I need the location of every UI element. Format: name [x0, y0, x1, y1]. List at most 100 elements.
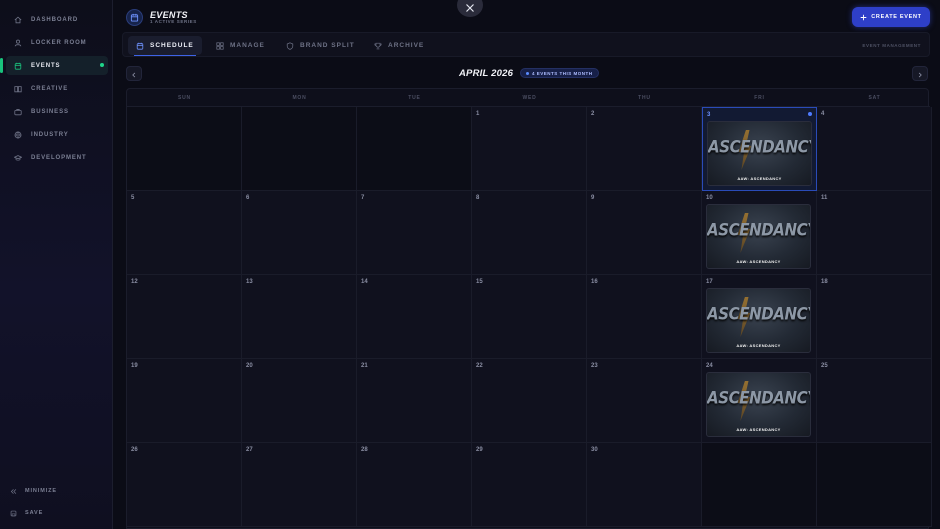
calendar-day-cell[interactable]: 17 ASCENDANCY AAW: ASCENDANCY [702, 275, 817, 359]
next-month-button[interactable] [912, 66, 928, 81]
day-number: 4 [821, 111, 825, 117]
calendar-icon [126, 9, 143, 26]
day-number: 15 [476, 279, 483, 285]
tab-manage[interactable]: MANAGE [208, 36, 273, 55]
home-icon [13, 15, 23, 25]
day-number: 24 [706, 363, 713, 369]
tab-label: MANAGE [230, 42, 265, 49]
previous-month-button[interactable] [126, 66, 142, 81]
close-icon [465, 0, 475, 18]
day-number: 13 [246, 279, 253, 285]
calendar-icon [136, 37, 144, 55]
calendar-day-cell[interactable]: 23 [587, 359, 702, 443]
calendar-day-cell[interactable]: 11 [817, 191, 932, 275]
sidebar-item-business[interactable]: BUSINESS [6, 102, 108, 121]
event-card[interactable]: ASCENDANCY AAW: ASCENDANCY [707, 121, 812, 186]
event-brand-logo: ASCENDANCY [707, 219, 811, 241]
close-button[interactable] [457, 0, 483, 17]
sidebar: DASHBOARD LOCKER ROOM EVENTS CREATIVE BU… [0, 0, 113, 529]
calendar-day-cell[interactable]: 4 [817, 107, 932, 191]
day-number: 16 [591, 279, 598, 285]
calendar-day-cell[interactable]: 5 [127, 191, 242, 275]
event-title: AAW: ASCENDANCY [736, 259, 781, 264]
event-brand-logo: ASCENDANCY [707, 387, 811, 409]
calendar-day-cell[interactable]: 6 [242, 191, 357, 275]
tab-archive[interactable]: ARCHIVE [366, 36, 432, 55]
day-number: 28 [361, 447, 368, 453]
event-brand-logo: ASCENDANCY [708, 136, 812, 158]
sidebar-item-label: LOCKER ROOM [31, 39, 87, 46]
calendar-day-cell[interactable]: 15 [472, 275, 587, 359]
save-icon [10, 504, 17, 522]
event-count-label: 4 EVENTS THIS MONTH [532, 70, 593, 76]
calendar-day-cell[interactable]: 22 [472, 359, 587, 443]
calendar-day-cell[interactable]: 28 [357, 443, 472, 527]
calendar-day-cell[interactable]: 2 [587, 107, 702, 191]
trophy-icon [374, 37, 382, 55]
active-indicator-dot [100, 63, 104, 67]
calendar-day-cell[interactable]: 12 [127, 275, 242, 359]
chevron-right-icon [917, 65, 923, 83]
calendar-day-cell[interactable]: 20 [242, 359, 357, 443]
calendar-day-cell[interactable]: 3 ASCENDANCY AAW: ASCENDANCY [702, 107, 817, 191]
sidebar-item-development[interactable]: DEVELOPMENT [6, 148, 108, 167]
calendar-day-cell[interactable]: 18 [817, 275, 932, 359]
day-number: 18 [821, 279, 828, 285]
sidebar-item-industry[interactable]: INDUSTRY [6, 125, 108, 144]
tab-label: SCHEDULE [150, 42, 194, 49]
sidebar-item-dashboard[interactable]: DASHBOARD [6, 10, 108, 29]
tab-brand-split[interactable]: BRAND SPLIT [278, 36, 363, 55]
calendar-day-cell[interactable]: 8 [472, 191, 587, 275]
user-icon [13, 38, 23, 48]
minimize-label: MINIMIZE [25, 488, 57, 494]
calendar-day-cell[interactable]: 25 [817, 359, 932, 443]
event-card[interactable]: ASCENDANCY AAW: ASCENDANCY [706, 204, 811, 269]
calendar-day-cell[interactable]: 26 [127, 443, 242, 527]
calendar-empty-cell [242, 107, 357, 191]
day-number: 25 [821, 363, 828, 369]
tab-schedule[interactable]: SCHEDULE [128, 36, 202, 56]
minimize-button[interactable]: MINIMIZE [10, 482, 57, 500]
event-card[interactable]: ASCENDANCY AAW: ASCENDANCY [706, 372, 811, 437]
sidebar-item-creative[interactable]: CREATIVE [6, 79, 108, 98]
calendar-day-cell[interactable]: 16 [587, 275, 702, 359]
graduation-icon [13, 153, 23, 163]
weekday-label: THU [638, 95, 651, 101]
day-number: 11 [821, 195, 828, 201]
sidebar-item-events[interactable]: EVENTS [0, 56, 108, 75]
tab-label: BRAND SPLIT [300, 42, 355, 49]
event-title: AAW: ASCENDANCY [737, 176, 782, 181]
sidebar-item-label: DEVELOPMENT [31, 154, 87, 161]
calendar-day-cell[interactable]: 10 ASCENDANCY AAW: ASCENDANCY [702, 191, 817, 275]
globe-icon [13, 130, 23, 140]
sidebar-item-locker-room[interactable]: LOCKER ROOM [6, 33, 108, 52]
main-content: EVENTS 1 ACTIVE SERIES CREATE EVENT SCHE… [114, 0, 940, 529]
create-event-button[interactable]: CREATE EVENT [852, 7, 930, 27]
plus-icon [860, 8, 867, 26]
tab-bar: SCHEDULE MANAGE BRAND SPLIT ARCHIVE EVEN… [122, 32, 930, 57]
calendar-day-cell[interactable]: 21 [357, 359, 472, 443]
calendar-day-cell[interactable]: 24 ASCENDANCY AAW: ASCENDANCY [702, 359, 817, 443]
save-button[interactable]: SAVE [10, 504, 43, 522]
event-card[interactable]: ASCENDANCY AAW: ASCENDANCY [706, 288, 811, 353]
calendar-day-cell[interactable]: 14 [357, 275, 472, 359]
calendar-day-cell[interactable]: 19 [127, 359, 242, 443]
calendar-day-cell[interactable]: 1 [472, 107, 587, 191]
calendar-day-cell[interactable]: 30 [587, 443, 702, 527]
day-number: 8 [476, 195, 480, 201]
day-number: 2 [591, 111, 595, 117]
calendar-empty-cell [817, 443, 932, 527]
weekday-label: SAT [868, 95, 881, 101]
grid-icon [216, 37, 224, 55]
day-number: 20 [246, 363, 253, 369]
calendar-day-cell[interactable]: 13 [242, 275, 357, 359]
chevron-left-icon [131, 65, 137, 83]
calendar-day-cell[interactable]: 9 [587, 191, 702, 275]
calendar-day-cell[interactable]: 27 [242, 443, 357, 527]
event-count-dot [526, 71, 529, 75]
day-number: 21 [361, 363, 368, 369]
calendar-day-cell[interactable]: 7 [357, 191, 472, 275]
calendar-day-cell[interactable]: 29 [472, 443, 587, 527]
day-number: 1 [476, 111, 480, 117]
chevrons-left-icon [10, 482, 17, 500]
